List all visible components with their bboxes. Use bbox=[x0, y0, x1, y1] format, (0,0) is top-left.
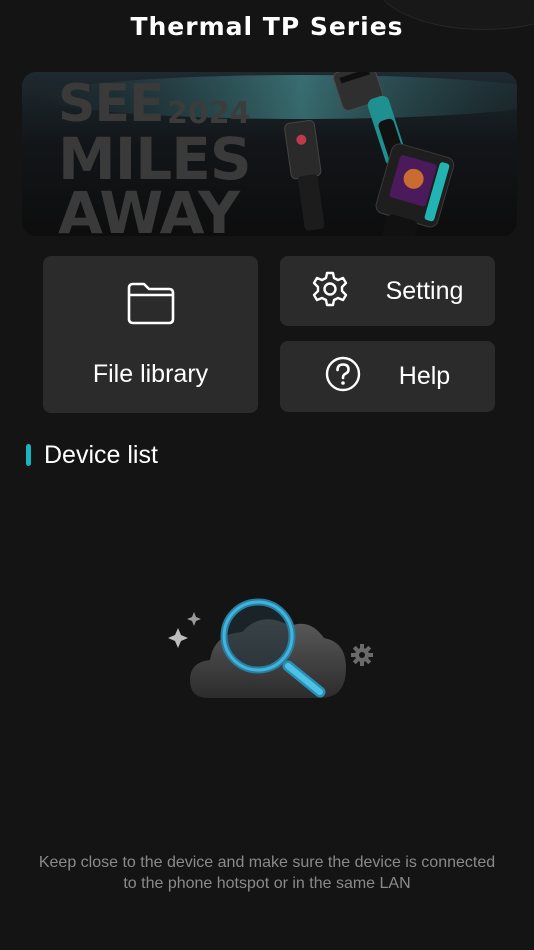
magnifier-cloud-icon bbox=[160, 592, 380, 717]
help-button[interactable]: Help bbox=[280, 341, 495, 412]
app-screen: Thermal TP Series SEE 2024 MILES AWAY Fi… bbox=[0, 0, 534, 950]
folder-icon bbox=[126, 281, 176, 330]
question-circle-icon bbox=[325, 356, 361, 397]
setting-button[interactable]: Setting bbox=[280, 256, 495, 326]
banner-line-1: SEE bbox=[58, 74, 164, 134]
help-label: Help bbox=[398, 362, 451, 390]
section-accent-bar bbox=[26, 444, 31, 466]
file-library-button[interactable]: File library bbox=[43, 256, 258, 413]
device-list-header: Device list bbox=[26, 440, 158, 470]
device-list-title: Device list bbox=[44, 440, 158, 469]
empty-state-hint: Keep close to the device and make sure t… bbox=[38, 854, 496, 892]
setting-label: Setting bbox=[385, 276, 464, 305]
promo-banner[interactable]: SEE 2024 MILES AWAY bbox=[22, 72, 517, 236]
banner-line-3: AWAY bbox=[58, 179, 240, 236]
gear-icon bbox=[312, 271, 348, 312]
app-title: Thermal TP Series bbox=[130, 12, 404, 41]
file-library-label: File library bbox=[92, 359, 209, 388]
